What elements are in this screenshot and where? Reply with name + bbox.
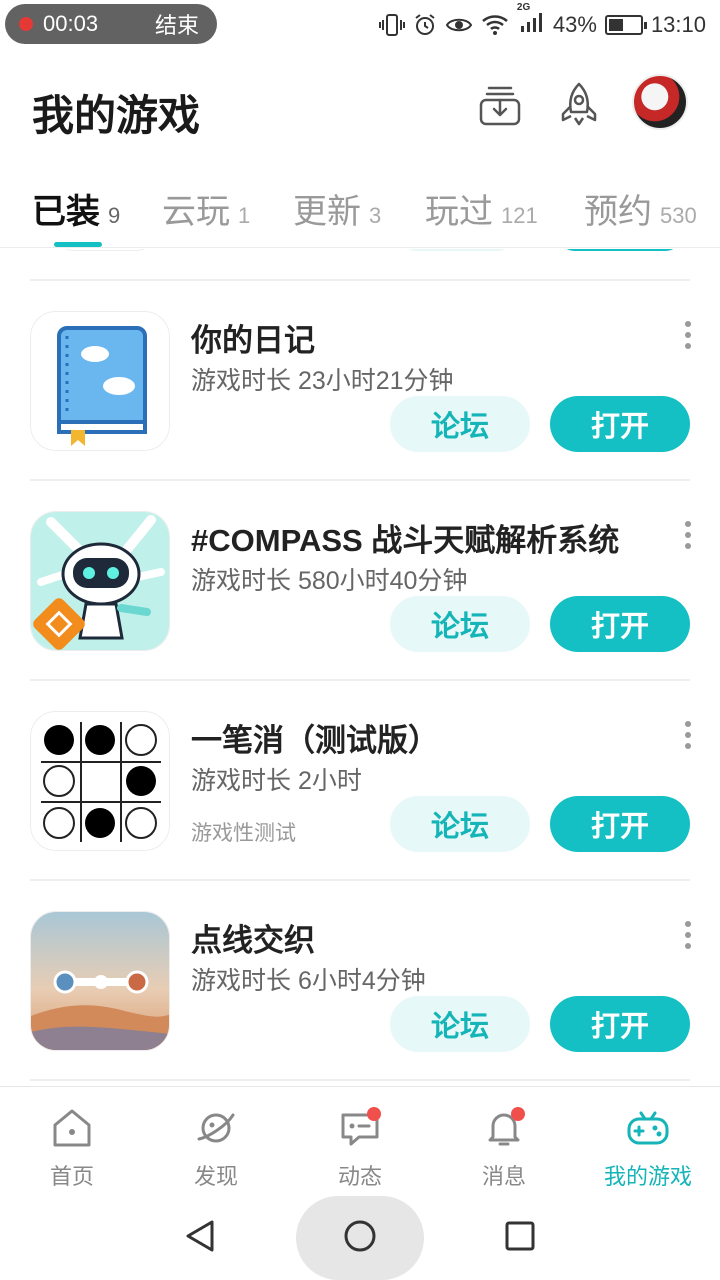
tab-count: 1 [238, 203, 251, 228]
list-item-partial [30, 249, 690, 281]
game-icon-compass[interactable] [30, 511, 170, 651]
clock: 13:10 [650, 12, 706, 37]
recents-icon[interactable] [502, 1218, 538, 1254]
tab-label: 更新 [293, 193, 361, 231]
game-icon-one-stroke[interactable] [30, 711, 170, 851]
tab-label: 玩过 [425, 193, 493, 231]
bottom-nav: 首页 发现 动态 消息 我的游戏 [0, 1086, 720, 1190]
battery-percent: 43% [552, 12, 597, 37]
game-playtime: 游戏时长 6小时4分钟 [191, 967, 426, 995]
tab-reserved[interactable]: 预约 530 [584, 184, 697, 233]
tab-count: 9 [108, 203, 121, 228]
notification-badge [511, 1107, 525, 1121]
game-row[interactable]: #COMPASS 战斗天赋解析系统 游戏时长 580小时40分钟 论坛 打开 [30, 481, 691, 681]
nav-label: 动态 [337, 1164, 382, 1189]
back-icon[interactable] [182, 1218, 218, 1254]
game-playtime: 游戏时长 23小时21分钟 [191, 367, 454, 395]
game-row[interactable]: 你的日记 游戏时长 23小时21分钟 论坛 打开 [30, 281, 691, 481]
tab-installed[interactable]: 已装 9 [32, 184, 120, 233]
game-icon-diary[interactable] [30, 311, 170, 451]
game-playtime: 游戏时长 580小时40分钟 [191, 567, 468, 595]
installed-games-list[interactable]: 你的日记 游戏时长 23小时21分钟 论坛 打开 #COMPASS 战斗天赋解析… [0, 249, 720, 1085]
game-name: 你的日记 [191, 323, 315, 358]
tab-label: 云玩 [162, 193, 230, 231]
open-button[interactable]: 打开 [550, 396, 690, 452]
tab-played[interactable]: 玩过 121 [425, 184, 538, 233]
screen-recording-pill[interactable]: 00:03 结束 [5, 4, 217, 44]
nav-messages[interactable]: 消息 [432, 1087, 576, 1191]
game-name: 一笔消（测试版） [191, 723, 439, 758]
wifi-icon [482, 15, 508, 35]
nav-feed[interactable]: 动态 [288, 1087, 432, 1191]
tab-label: 已装 [32, 193, 100, 231]
page-title: 我的游戏 [32, 92, 201, 139]
more-options-icon[interactable] [682, 921, 694, 957]
nav-label: 消息 [481, 1164, 526, 1189]
nav-my-games[interactable]: 我的游戏 [576, 1087, 720, 1191]
tab-label: 预约 [584, 193, 652, 231]
planet-icon [197, 1113, 235, 1143]
tab-cloud-play[interactable]: 云玩 1 [162, 184, 250, 233]
user-avatar[interactable] [632, 74, 688, 130]
system-nav-bar [0, 1192, 720, 1280]
game-playtime: 游戏时长 2小时 [191, 767, 362, 795]
gamepad-icon [627, 1111, 669, 1145]
tab-bar: 已装 9 云玩 1 更新 3 玩过 121 预约 530 [0, 170, 720, 248]
tab-active-indicator [54, 242, 102, 247]
game-row[interactable]: 点线交织 游戏时长 6小时4分钟 论坛 打开 [30, 881, 691, 1081]
forum-button[interactable]: 论坛 [390, 996, 530, 1052]
open-button[interactable]: 打开 [550, 596, 690, 652]
status-icons: 2G 43% 13:10 [378, 2, 706, 42]
forum-button[interactable]: 论坛 [390, 596, 530, 652]
game-name: 点线交织 [191, 923, 315, 958]
recording-time: 00:03 [43, 11, 99, 36]
vibrate-icon [378, 14, 405, 36]
home-circle-icon [344, 1220, 376, 1252]
nav-home[interactable]: 首页 [0, 1087, 144, 1191]
recording-end-button[interactable]: 结束 [155, 8, 199, 40]
game-row[interactable]: 一笔消（测试版） 游戏时长 2小时 游戏性测试 论坛 打开 [30, 681, 691, 881]
open-button[interactable]: 打开 [550, 996, 690, 1052]
nav-discover[interactable]: 发现 [144, 1087, 288, 1191]
alarm-icon [415, 14, 435, 35]
home-button-pill[interactable] [296, 1196, 424, 1280]
signal-icon [520, 13, 542, 32]
game-name: #COMPASS 战斗天赋解析系统 [191, 523, 620, 558]
tab-count: 3 [369, 203, 382, 228]
more-options-icon[interactable] [682, 521, 694, 557]
game-tag: 游戏性测试 [191, 822, 296, 845]
battery-icon [604, 15, 647, 35]
notification-badge [367, 1107, 381, 1121]
home-icon [53, 1109, 91, 1147]
tab-updates[interactable]: 更新 3 [293, 184, 381, 233]
forum-button[interactable]: 论坛 [390, 796, 530, 852]
tab-count: 121 [501, 203, 538, 228]
page-header: 我的游戏 [0, 60, 720, 160]
network-type: 2G [516, 2, 531, 13]
nav-label: 首页 [49, 1164, 94, 1189]
forum-button[interactable]: 论坛 [390, 396, 530, 452]
more-options-icon[interactable] [682, 721, 694, 757]
open-button[interactable]: 打开 [550, 796, 690, 852]
eye-icon [445, 18, 473, 32]
nav-label: 我的游戏 [603, 1164, 692, 1189]
tab-count: 530 [660, 203, 697, 228]
nav-label: 发现 [193, 1164, 238, 1189]
status-bar: 00:03 结束 2G 43% 13:10 [0, 0, 720, 50]
game-icon-dots-and-lines[interactable] [30, 911, 170, 1051]
more-options-icon[interactable] [682, 321, 694, 357]
rocket-icon[interactable] [554, 80, 604, 130]
record-dot-icon [19, 17, 33, 31]
download-manager-icon[interactable] [475, 80, 525, 130]
